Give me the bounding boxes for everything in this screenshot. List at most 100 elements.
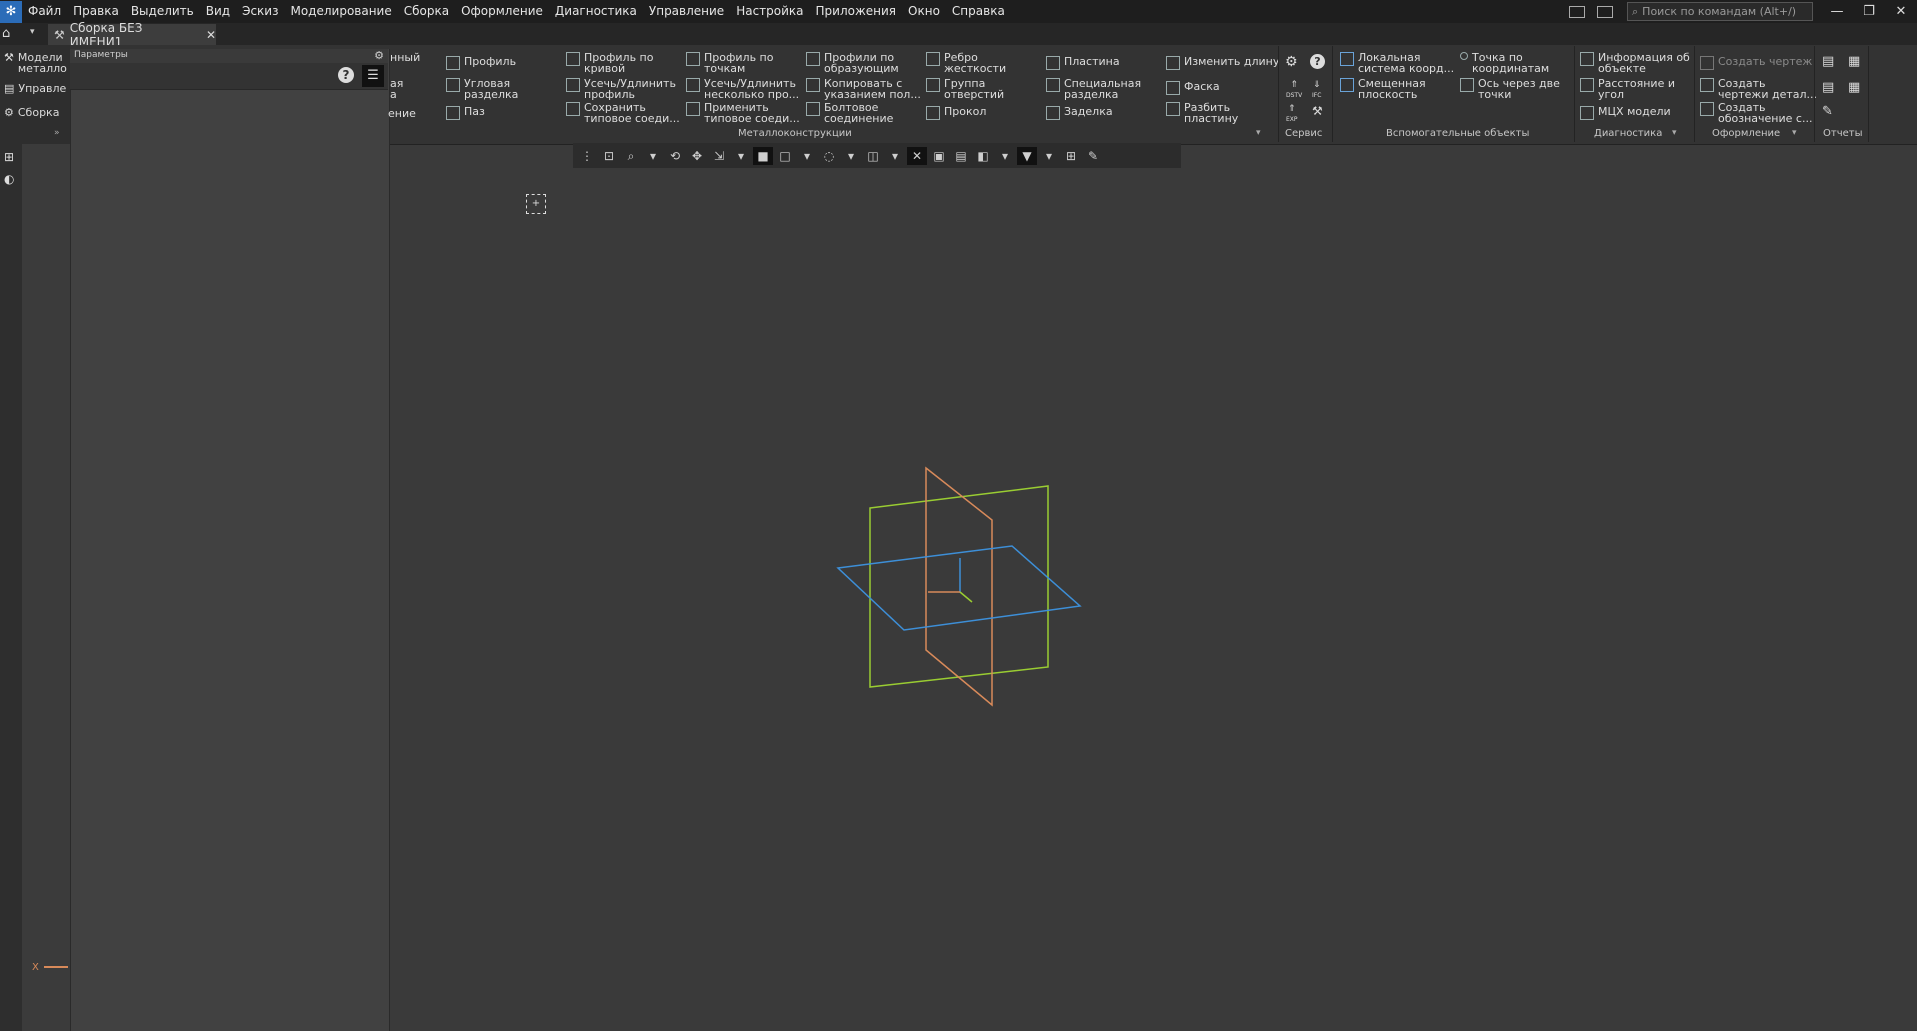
embed-button[interactable]: Заделка bbox=[1046, 106, 1113, 120]
expand-chevron-icon[interactable]: » bbox=[54, 128, 60, 138]
local-cs-button[interactable]: Локальная система коорд... bbox=[1340, 52, 1454, 74]
rib-button[interactable]: Ребро жесткости bbox=[926, 52, 1006, 74]
ribbon-partial-4[interactable]: ение bbox=[388, 108, 416, 119]
display-icon[interactable]: ◧ bbox=[973, 147, 993, 165]
command-search-input[interactable]: ⌕ Поиск по командам (Alt+/) bbox=[1627, 2, 1813, 21]
layers-icon[interactable]: ◐ bbox=[4, 172, 14, 186]
nav-item-metal-models[interactable]: ⚒ Модели металло bbox=[4, 52, 67, 74]
help-icon[interactable]: ? bbox=[338, 67, 354, 83]
profile-points-button[interactable]: Профиль по точкам bbox=[686, 52, 773, 74]
metal-dropdown-icon[interactable]: ▾ bbox=[1256, 128, 1261, 138]
menu-file[interactable]: Файл bbox=[22, 0, 67, 23]
section-dropdown-icon[interactable]: ▾ bbox=[885, 147, 905, 165]
menu-view[interactable]: Вид bbox=[200, 0, 236, 23]
plane-front[interactable] bbox=[869, 485, 1049, 688]
exp-export-button[interactable]: ⇑ EXP bbox=[1286, 104, 1298, 124]
report-1-icon[interactable]: ▤ bbox=[1822, 54, 1834, 69]
save-joint-button[interactable]: Сохранить типовое соеди... bbox=[566, 102, 680, 124]
tools-icon[interactable]: ⚒ bbox=[1312, 104, 1323, 118]
tree-structure-icon[interactable]: ⊞ bbox=[4, 150, 14, 164]
axis-two-points-button[interactable]: Ось через две точки bbox=[1460, 78, 1560, 100]
menu-modeling[interactable]: Моделирование bbox=[284, 0, 397, 23]
layers-view-icon[interactable]: ▤ bbox=[951, 147, 971, 165]
mcx-button[interactable]: МЦХ модели bbox=[1580, 106, 1671, 120]
menu-assembly[interactable]: Сборка bbox=[398, 0, 455, 23]
corner-cut-button[interactable]: Угловая разделка bbox=[446, 78, 518, 100]
zoom-icon[interactable]: ⌕ bbox=[621, 147, 641, 165]
nav-item-manage[interactable]: ▤ Управле bbox=[4, 82, 66, 95]
ifc-export-button[interactable]: ⇓ IFC bbox=[1312, 80, 1321, 100]
design-dropdown-icon[interactable]: ▾ bbox=[1792, 128, 1797, 138]
hide-dropdown-icon[interactable]: ▾ bbox=[841, 147, 861, 165]
special-cut-button[interactable]: Специальная разделка bbox=[1046, 78, 1141, 100]
nav-item-assembly[interactable]: ⚙ Сборка bbox=[4, 106, 59, 119]
menu-diagnostics[interactable]: Диагностика bbox=[549, 0, 643, 23]
tree-icon[interactable]: ☰ bbox=[362, 65, 384, 87]
distance-angle-button[interactable]: Расстояние и угол bbox=[1580, 78, 1675, 100]
rotate-icon[interactable]: ⟲ bbox=[665, 147, 685, 165]
point-coords-button[interactable]: Точка по координатам bbox=[1460, 52, 1549, 74]
pan-icon[interactable]: ✥ bbox=[687, 147, 707, 165]
close-window-button[interactable]: ✕ bbox=[1885, 4, 1917, 19]
holes-group-button[interactable]: Группа отверстий bbox=[926, 78, 1004, 100]
layout-icon[interactable] bbox=[1569, 5, 1585, 18]
diag-dropdown-icon[interactable]: ▾ bbox=[1672, 128, 1677, 138]
orient-dropdown-icon[interactable]: ▾ bbox=[731, 147, 751, 165]
profile-curve-button[interactable]: Профиль по кривой bbox=[566, 52, 653, 74]
menu-apps[interactable]: Приложения bbox=[810, 0, 903, 23]
service-help-icon[interactable]: ? bbox=[1310, 54, 1325, 69]
report-5-icon[interactable]: ✎ bbox=[1822, 104, 1833, 119]
gear-icon[interactable]: ⚙ bbox=[374, 49, 384, 62]
tab-close-icon[interactable]: ✕ bbox=[206, 28, 216, 42]
axes-icon[interactable]: ✕ bbox=[907, 146, 927, 165]
profile-button[interactable]: Профиль bbox=[446, 56, 516, 70]
ribbon-partial-1[interactable]: нный bbox=[390, 52, 420, 63]
ribbon-partial-3[interactable]: а bbox=[390, 89, 397, 100]
create-part-drawings-button[interactable]: Создать чертежи детал... bbox=[1700, 78, 1817, 100]
dstv-export-button[interactable]: ⇑ DSTV bbox=[1286, 80, 1302, 100]
eyedropper-icon[interactable]: ✎ bbox=[1083, 147, 1103, 165]
pierce-button[interactable]: Прокол bbox=[926, 106, 986, 120]
info-object-button[interactable]: Информация об объекте bbox=[1580, 52, 1690, 74]
screen-icon[interactable] bbox=[1597, 5, 1613, 18]
trim-extend-button[interactable]: Усечь/Удлинить профиль bbox=[566, 78, 676, 100]
bolt-button[interactable]: Болтовое соединение bbox=[806, 102, 893, 124]
section-icon[interactable]: ◫ bbox=[863, 147, 883, 165]
split-plate-button[interactable]: Разбить пластину bbox=[1166, 102, 1238, 124]
tab-dropdown-icon[interactable]: ▾ bbox=[30, 27, 35, 37]
report-4-icon[interactable]: ▦ bbox=[1848, 80, 1860, 95]
plate-button[interactable]: Пластина bbox=[1046, 56, 1120, 70]
apply-joint-button[interactable]: Применить типовое соеди... bbox=[686, 102, 800, 124]
menu-settings[interactable]: Настройка bbox=[730, 0, 809, 23]
hide-icon[interactable]: ◌ bbox=[819, 147, 839, 165]
wireframe-view-icon[interactable]: □ bbox=[775, 147, 795, 165]
view-mode-dropdown-icon[interactable]: ▾ bbox=[797, 147, 817, 165]
menu-management[interactable]: Управление bbox=[643, 0, 730, 23]
clip-icon[interactable]: ▣ bbox=[929, 147, 949, 165]
plane-side[interactable] bbox=[925, 466, 993, 707]
shaded-view-icon[interactable]: ■ bbox=[753, 146, 773, 165]
measure-icon[interactable]: ⊞ bbox=[1061, 147, 1081, 165]
minimize-button[interactable]: — bbox=[1821, 4, 1853, 19]
offset-plane-button[interactable]: Смещенная плоскость bbox=[1340, 78, 1426, 100]
report-3-icon[interactable]: ▤ bbox=[1822, 80, 1834, 95]
profiles-gen-button[interactable]: Профили по образующим bbox=[806, 52, 899, 74]
gear-settings-icon[interactable]: ⚙ bbox=[1285, 54, 1298, 70]
copy-with-button[interactable]: Копировать с указанием пол... bbox=[806, 78, 921, 100]
filter-icon[interactable]: ▼ bbox=[1017, 146, 1037, 165]
zoom-frame-icon[interactable]: ⊡ bbox=[599, 147, 619, 165]
chamfer-button[interactable]: Фаска bbox=[1166, 81, 1220, 95]
groove-button[interactable]: Паз bbox=[446, 106, 485, 120]
home-icon[interactable]: ⌂ bbox=[2, 26, 22, 42]
change-length-button[interactable]: Изменить длину bbox=[1166, 56, 1279, 70]
trim-several-button[interactable]: Усечь/Удлинить несколько про... bbox=[686, 78, 799, 100]
report-2-icon[interactable]: ▦ bbox=[1848, 54, 1860, 69]
origin-planes[interactable] bbox=[820, 460, 1100, 720]
app-logo-icon[interactable]: ✻ bbox=[0, 0, 22, 23]
create-designation-button[interactable]: Создать обозначение с... bbox=[1700, 102, 1812, 124]
menu-sketch[interactable]: Эскиз bbox=[236, 0, 284, 23]
restore-button[interactable]: ❐ bbox=[1853, 4, 1885, 19]
zoom-dropdown-icon[interactable]: ▾ bbox=[643, 147, 663, 165]
create-drawing-button[interactable]: Создать чертеж bbox=[1700, 56, 1812, 70]
menu-design[interactable]: Оформление bbox=[455, 0, 549, 23]
